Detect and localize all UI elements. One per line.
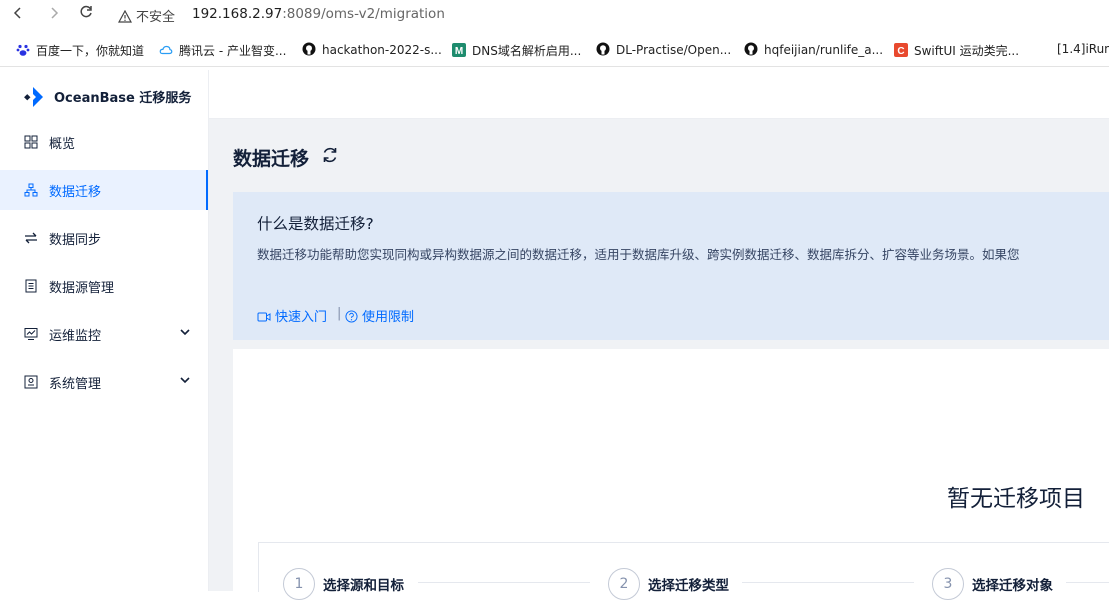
step-connector — [418, 582, 590, 583]
github-icon — [744, 42, 758, 56]
step-connector — [742, 582, 914, 583]
sidebar-item-ops-monitoring[interactable]: 运维监控 — [0, 314, 208, 354]
app-logo[interactable]: OceanBase 迁移服务 — [24, 86, 191, 108]
step-number: 1 — [283, 568, 315, 600]
bookmark-label: hqfeijian/runlife_a... — [764, 43, 884, 57]
chevron-down-icon — [180, 377, 190, 384]
url-path: :8089/oms-v2/migration — [282, 6, 445, 22]
grid-icon — [24, 135, 38, 149]
bookmark-label: 腾讯云 - 产业智变... — [179, 44, 287, 58]
bookmark-item[interactable]: [1.4]iRun — [1057, 42, 1109, 56]
reload-button[interactable] — [76, 4, 96, 24]
database-doc-icon — [25, 279, 37, 293]
step-number: 2 — [608, 568, 640, 600]
app-topbar — [209, 70, 1109, 119]
svg-text:M: M — [455, 46, 463, 57]
sidebar-item-label: 数据迁移 — [49, 185, 102, 200]
bookmark-label: SwiftUI 运动类完... — [914, 44, 1020, 58]
chevron-left-icon — [13, 7, 21, 19]
bookmark-item[interactable]: DL-Practise/Open... — [596, 42, 731, 57]
github-icon — [302, 42, 316, 56]
m-logo-icon: M — [452, 43, 466, 57]
sync-arrows-icon — [25, 232, 37, 244]
video-icon — [257, 312, 271, 322]
sidebar-item-label: 运维监控 — [49, 329, 102, 344]
bookmark-item[interactable]: hqfeijian/runlife_a... — [744, 42, 883, 57]
bookmark-label: DL-Practise/Open... — [616, 43, 732, 57]
bookmark-item[interactable]: 百度一下，你就知道 — [16, 42, 144, 59]
link-separator: | — [337, 306, 342, 321]
sidebar-item-label: 数据同步 — [49, 233, 102, 248]
svg-text:C: C — [897, 46, 904, 57]
bookmark-item[interactable]: M DNS域名解析启用... — [452, 42, 581, 59]
sidebar-item-label: 系统管理 — [49, 377, 102, 392]
tencent-cloud-icon — [159, 45, 173, 55]
org-chart-icon — [24, 183, 38, 197]
bookmark-label: 百度一下，你就知道 — [36, 44, 145, 58]
bookmark-label: DNS域名解析启用... — [472, 44, 582, 58]
back-button[interactable] — [8, 4, 28, 24]
admin-panel-icon — [24, 375, 38, 389]
quickstart-link[interactable]: 快速入门 — [257, 306, 327, 325]
intro-title: 什么是数据迁移? — [257, 215, 374, 233]
bookmarks-bar: 百度一下，你就知道 腾讯云 - 产业智变... hackathon-2022-s… — [0, 34, 1109, 67]
reload-icon — [80, 5, 92, 18]
forward-button[interactable] — [44, 4, 64, 24]
bookmark-label: hackathon-2022-s... — [322, 43, 442, 57]
github-icon — [596, 42, 610, 56]
empty-state-title: 暂无迁移项目 — [947, 486, 1085, 512]
step-label: 选择源和目标 — [323, 578, 404, 594]
quickstart-label: 快速入门 — [275, 310, 328, 325]
usage-limits-link[interactable]: 使用限制 — [345, 306, 414, 325]
intro-description: 数据迁移功能帮助您实现同构或异构数据源之间的数据迁移，适用于数据库升级、跨实例数… — [257, 247, 1020, 262]
help-circle-icon — [345, 310, 358, 323]
step-label: 选择迁移对象 — [972, 578, 1053, 594]
refresh-icon[interactable] — [320, 145, 340, 165]
baidu-paw-icon — [16, 44, 30, 56]
sidebar-item-overview[interactable]: 概览 — [0, 122, 208, 162]
bookmark-item[interactable]: C SwiftUI 运动类完... — [894, 42, 1019, 59]
bookmark-label: [1.4]iRun — [1057, 42, 1109, 56]
warning-triangle-icon — [117, 9, 133, 23]
chevron-down-icon — [180, 329, 190, 336]
usage-limits-label: 使用限制 — [362, 310, 415, 325]
sidebar-item-label: 概览 — [49, 137, 76, 152]
sidebar-item-system-management[interactable]: 系统管理 — [0, 362, 208, 402]
url-field[interactable]: 192.168.2.97:8089/oms-v2/migration — [192, 6, 445, 22]
step-connector — [1066, 582, 1109, 583]
bookmark-item[interactable]: hackathon-2022-s... — [302, 42, 442, 57]
sidebar-item-data-migration[interactable]: 数据迁移 — [0, 170, 208, 210]
monitor-icon — [24, 328, 38, 340]
csdn-icon: C — [894, 43, 908, 57]
oceanbase-logo-icon — [24, 87, 43, 107]
browser-address-bar: 不安全 192.168.2.97:8089/oms-v2/migration — [0, 0, 1109, 30]
sidebar-item-label: 数据源管理 — [49, 281, 115, 296]
bookmark-item[interactable]: 腾讯云 - 产业智变... — [159, 42, 286, 59]
step-number: 3 — [932, 568, 964, 600]
page-title: 数据迁移 — [233, 148, 310, 170]
security-indicator[interactable]: 不安全 — [117, 6, 176, 25]
chevron-right-icon — [51, 7, 59, 19]
app-logo-text: OceanBase 迁移服务 — [54, 91, 192, 106]
security-label: 不安全 — [136, 10, 176, 25]
sidebar-item-datasource-management[interactable]: 数据源管理 — [0, 266, 208, 306]
step-label: 选择迁移类型 — [648, 578, 729, 594]
sidebar-item-data-sync[interactable]: 数据同步 — [0, 218, 208, 258]
url-host: 192.168.2.97 — [192, 6, 283, 22]
